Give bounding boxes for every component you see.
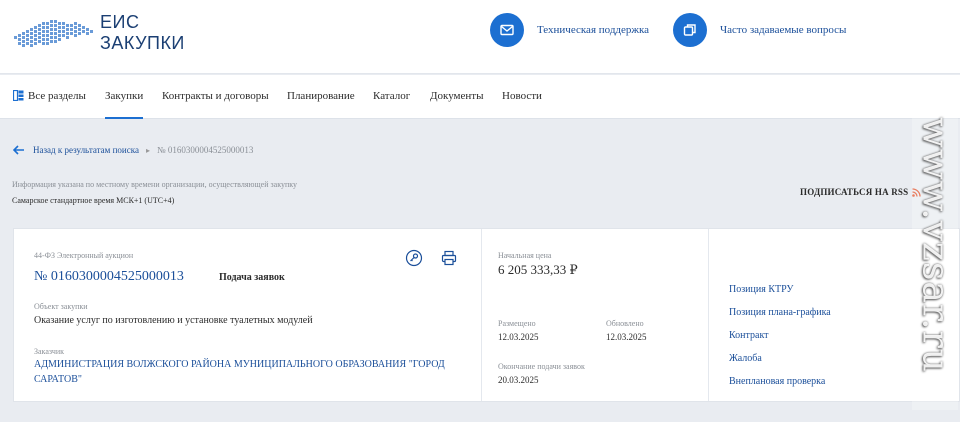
back-to-results-link[interactable]: Назад к результатам поиска <box>13 145 139 155</box>
logo-line1: ЕИС <box>100 12 140 32</box>
nav-catalog[interactable]: Каталог <box>373 75 410 119</box>
status-label: Подача заявок <box>219 272 285 283</box>
key-icon[interactable] <box>405 249 423 267</box>
faq-icon <box>673 13 707 47</box>
nav-all-sections-label: Все разделы <box>28 90 86 102</box>
updated-value: 12.03.2025 <box>606 332 647 342</box>
nav-news[interactable]: Новости <box>502 75 542 119</box>
nav-all-sections[interactable]: Все разделы <box>13 75 86 119</box>
arrow-left-icon <box>13 145 24 155</box>
nav-contracts[interactable]: Контракты и договоры <box>162 75 269 119</box>
support-link[interactable]: Техническая поддержка <box>490 13 649 47</box>
law-type: 44-ФЗ Электронный аукцион <box>34 251 134 260</box>
updated-label: Обновлено <box>606 319 644 328</box>
placed-label: Размещено <box>498 319 536 328</box>
column-divider <box>708 229 709 401</box>
logo-text: ЕИС ЗАКУПКИ <box>100 12 185 54</box>
price-value: 6 205 333,33 ₽ <box>498 262 578 277</box>
main-nav: Все разделы Закупки Контракты и договоры… <box>0 75 960 119</box>
link-inspection[interactable]: Внеплановая проверка <box>729 376 825 387</box>
faq-label: Часто задаваемые вопросы <box>720 24 847 36</box>
purchase-card: 44-ФЗ Электронный аукцион № 016030000452… <box>13 228 960 402</box>
support-label: Техническая поддержка <box>537 24 650 36</box>
faq-link[interactable]: Часто задаваемые вопросы <box>673 13 846 47</box>
print-icon[interactable] <box>440 249 458 267</box>
object-value: Оказание услуг по изготовлению и установ… <box>34 315 313 326</box>
breadcrumb: Назад к результатам поиска ▸ № 016030000… <box>13 143 253 157</box>
object-label: Объект закупки <box>34 302 88 311</box>
customer-link[interactable]: АДМИНИСТРАЦИЯ ВОЛЖСКОГО РАЙОНА МУНИЦИПАЛ… <box>34 357 464 387</box>
deadline-label: Окончание подачи заявок <box>498 362 585 371</box>
sections-icon <box>13 89 24 101</box>
column-divider <box>481 229 482 401</box>
rss-subscribe-link[interactable]: ПОДПИСАТЬСЯ НА RSS <box>800 187 921 197</box>
nav-purchases[interactable]: Закупки <box>105 75 144 119</box>
link-plan-position[interactable]: Позиция плана-графика <box>729 307 831 318</box>
russia-map-icon <box>14 20 93 47</box>
logo-line2: ЗАКУПКИ <box>100 33 185 53</box>
rss-label: ПОДПИСАТЬСЯ НА RSS <box>800 187 909 197</box>
eis-logo[interactable]: ЕИС ЗАКУПКИ <box>12 12 202 56</box>
breadcrumb-current: № 0160300004525000013 <box>157 145 254 155</box>
back-label: Назад к результатам поиска <box>33 145 139 155</box>
purchase-number-link[interactable]: № 0160300004525000013 <box>34 269 184 285</box>
link-contract[interactable]: Контракт <box>729 330 769 341</box>
timezone-value: Самарское стандартное время МСК+1 (UTC+4… <box>12 196 175 205</box>
breadcrumb-separator-icon: ▸ <box>145 145 150 155</box>
nav-documents[interactable]: Документы <box>430 75 483 119</box>
nav-planning[interactable]: Планирование <box>287 75 355 119</box>
deadline-value: 20.03.2025 <box>498 375 539 385</box>
watermark: www.vzsar.ru <box>912 80 958 410</box>
top-header: ЕИС ЗАКУПКИ Техническая поддержка Часто … <box>0 0 960 74</box>
timezone-note: Информация указана по местному времени о… <box>12 180 298 189</box>
watermark-text: www.vzsar.ru <box>914 117 956 373</box>
link-ktru[interactable]: Позиция КТРУ <box>729 284 794 295</box>
placed-value: 12.03.2025 <box>498 332 539 342</box>
link-complaint[interactable]: Жалоба <box>729 353 762 364</box>
mail-icon <box>490 13 524 47</box>
customer-label: Заказчик <box>34 347 65 356</box>
price-label: Начальная цена <box>498 251 552 260</box>
